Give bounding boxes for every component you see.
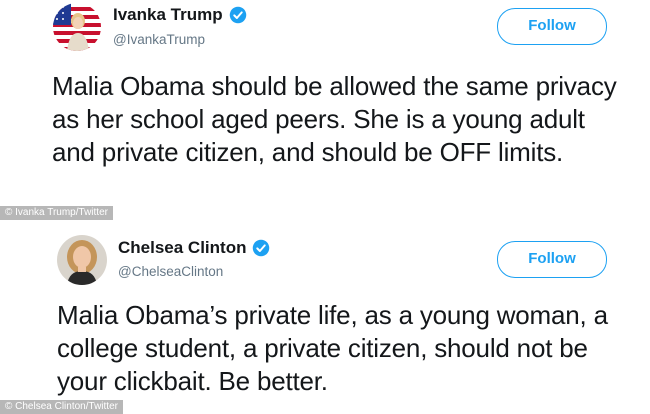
user-handle[interactable]: @ChelseaClinton (118, 264, 223, 279)
avatar[interactable] (53, 3, 101, 51)
name-row: Ivanka Trump (113, 5, 247, 25)
user-photo-icon (57, 235, 107, 285)
image-credit: © Ivanka Trump/Twitter (0, 206, 113, 220)
follow-button[interactable]: Follow (497, 241, 607, 278)
display-name[interactable]: Chelsea Clinton (118, 238, 246, 258)
page: Ivanka Trump @IvankaTrump Follow Malia O… (0, 0, 650, 414)
verified-badge-icon (229, 6, 246, 24)
user-photo-icon (53, 3, 101, 51)
tweet-text: Malia Obama’s private life, as a young w… (57, 300, 608, 396)
tweet-text: Malia Obama should be allowed the same p… (52, 71, 617, 167)
verified-badge-icon (253, 239, 270, 257)
display-name[interactable]: Ivanka Trump (113, 5, 223, 25)
tweet-card-ivanka: Ivanka Trump @IvankaTrump Follow Malia O… (0, 0, 650, 206)
name-row: Chelsea Clinton (118, 238, 270, 258)
avatar[interactable] (57, 235, 107, 285)
image-credit: © Chelsea Clinton/Twitter (0, 400, 123, 414)
follow-button[interactable]: Follow (497, 8, 607, 45)
user-handle[interactable]: @IvankaTrump (113, 32, 205, 47)
tweet-card-chelsea: Chelsea Clinton @ChelseaClinton Follow M… (0, 220, 650, 414)
